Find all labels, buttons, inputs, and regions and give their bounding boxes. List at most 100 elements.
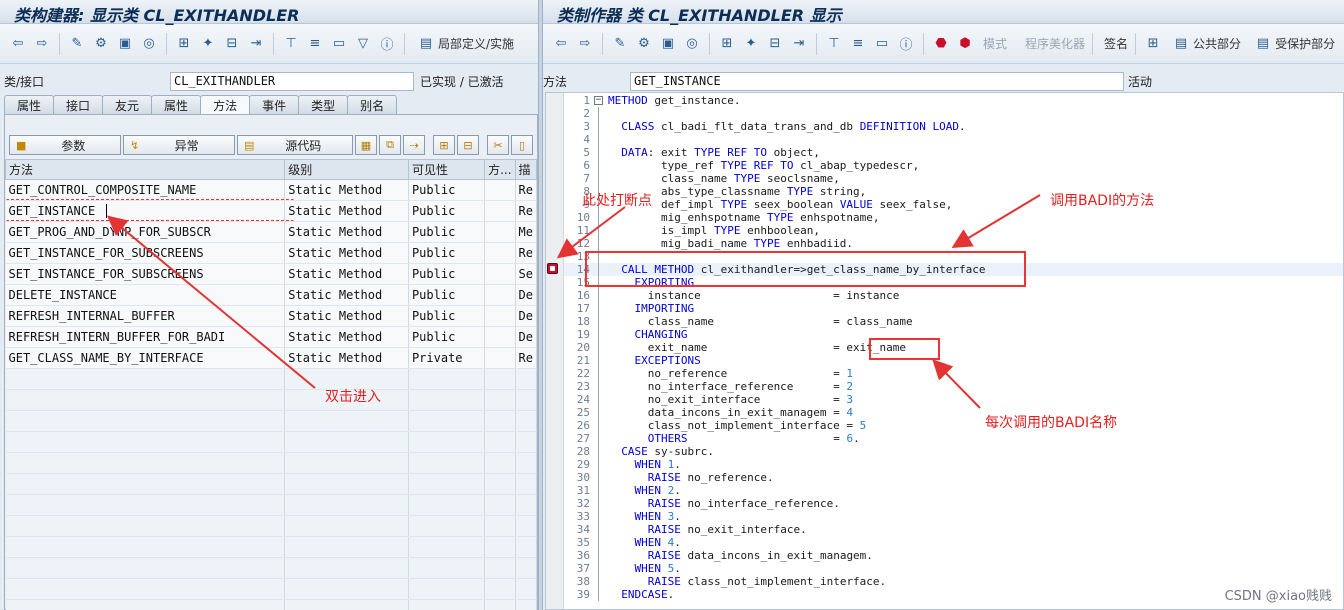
- method-level-cell[interactable]: Static Method: [284, 305, 409, 327]
- table-row[interactable]: DELETE_INSTANCE Static Method Public De: [5, 284, 538, 306]
- method-visibility-cell[interactable]: Public: [408, 179, 486, 201]
- empty-cell[interactable]: [408, 494, 486, 516]
- empty-cell[interactable]: [5, 368, 286, 390]
- method-name-cell[interactable]: REFRESH_INTERNAL_BUFFER: [5, 305, 286, 327]
- empty-table-row[interactable]: [5, 452, 538, 474]
- empty-cell[interactable]: [515, 473, 538, 495]
- method-level-cell[interactable]: Static Method: [284, 221, 409, 243]
- column-header-level[interactable]: 级别: [284, 159, 409, 180]
- check-icon[interactable]: ⚙: [91, 34, 111, 54]
- code-line[interactable]: 24 no_exit_interface = 3: [564, 393, 1343, 406]
- method-name-cell[interactable]: GET_INSTANCE_FOR_SUBSCREENS: [5, 242, 286, 264]
- code-line[interactable]: 19 CHANGING: [564, 328, 1343, 341]
- empty-cell[interactable]: [284, 410, 409, 432]
- empty-table-row[interactable]: [5, 515, 538, 537]
- method-input[interactable]: GET_INSTANCE: [630, 72, 1124, 91]
- back-icon[interactable]: ⇦: [8, 34, 28, 54]
- empty-cell[interactable]: [408, 599, 486, 610]
- empty-cell[interactable]: [515, 368, 538, 390]
- forward-icon[interactable]: ⇨: [575, 34, 595, 54]
- forward-icon[interactable]: ⇨: [32, 34, 52, 54]
- parameters-button[interactable]: ■ 参数: [9, 135, 121, 155]
- check-icon[interactable]: ⚙: [634, 34, 654, 54]
- navigate-icon[interactable]: ⇥: [246, 34, 266, 54]
- code-line[interactable]: 31 WHEN 2.: [564, 484, 1343, 497]
- empty-cell[interactable]: [408, 515, 486, 537]
- empty-cell[interactable]: [515, 494, 538, 516]
- method-type-cell[interactable]: [484, 179, 516, 201]
- code-line[interactable]: 18 class_name = class_name: [564, 315, 1343, 328]
- empty-cell[interactable]: [5, 452, 286, 474]
- empty-cell[interactable]: [408, 389, 486, 411]
- tab-properties[interactable]: 属性: [151, 95, 202, 114]
- tab-attributes[interactable]: 属性: [4, 95, 55, 114]
- code-line[interactable]: 4: [564, 133, 1343, 146]
- empty-cell[interactable]: [484, 578, 516, 600]
- method-description-cell[interactable]: Re: [515, 200, 538, 222]
- public-section-button[interactable]: ▤ 公共部分: [1171, 34, 1241, 54]
- wand-icon[interactable]: ✦: [741, 34, 761, 54]
- code-line[interactable]: 34 RAISE no_exit_interface.: [564, 523, 1343, 536]
- empty-cell[interactable]: [515, 410, 538, 432]
- info-icon[interactable]: ⓘ: [377, 34, 397, 54]
- tab-friends[interactable]: 友元: [102, 95, 153, 114]
- column-header-description[interactable]: 描: [514, 159, 538, 180]
- empty-cell[interactable]: [484, 536, 516, 558]
- method-type-cell[interactable]: [484, 347, 516, 369]
- empty-cell[interactable]: [5, 494, 286, 516]
- empty-table-row[interactable]: [5, 578, 538, 600]
- code-line[interactable]: 36 RAISE data_incons_in_exit_managem.: [564, 549, 1343, 562]
- method-type-cell[interactable]: [484, 284, 516, 306]
- method-visibility-cell[interactable]: Public: [408, 284, 486, 306]
- empty-table-row[interactable]: [5, 368, 538, 390]
- empty-cell[interactable]: [5, 557, 286, 579]
- code-lines[interactable]: 1− METHOD get_instance. 2 3 CLASS cl_badi_f…: [564, 94, 1343, 601]
- method-name-cell[interactable]: GET_CLASS_NAME_BY_INTERFACE: [5, 347, 286, 369]
- empty-table-row[interactable]: [5, 599, 538, 610]
- empty-cell[interactable]: [484, 473, 516, 495]
- method-level-cell[interactable]: Static Method: [284, 200, 409, 222]
- empty-cell[interactable]: [515, 536, 538, 558]
- hierarchy-icon[interactable]: ⊤: [824, 34, 844, 54]
- empty-cell[interactable]: [284, 452, 409, 474]
- method-type-cell[interactable]: [484, 200, 516, 222]
- empty-cell[interactable]: [5, 578, 286, 600]
- back-icon[interactable]: ⇦: [551, 34, 571, 54]
- empty-cell[interactable]: [284, 578, 409, 600]
- where-used-icon[interactable]: ◎: [139, 34, 159, 54]
- code-line[interactable]: 23 no_interface_reference = 2: [564, 380, 1343, 393]
- method-level-cell[interactable]: Static Method: [284, 347, 409, 369]
- empty-cell[interactable]: [408, 557, 486, 579]
- method-level-cell[interactable]: Static Method: [284, 263, 409, 285]
- code-line[interactable]: 3 CLASS cl_badi_flt_data_trans_and_db DE…: [564, 120, 1343, 133]
- method-visibility-cell[interactable]: Public: [408, 242, 486, 264]
- method-description-cell[interactable]: Re: [515, 347, 538, 369]
- breakpoint-external-icon[interactable]: ⬢: [955, 34, 975, 54]
- code-line[interactable]: 27 OTHERS = 6.: [564, 432, 1343, 445]
- filter-icon[interactable]: ▽: [353, 34, 373, 54]
- empty-cell[interactable]: [408, 431, 486, 453]
- tab-aliases[interactable]: 别名: [347, 95, 398, 114]
- empty-cell[interactable]: [284, 557, 409, 579]
- method-description-cell[interactable]: Re: [515, 179, 538, 201]
- method-type-cell[interactable]: [484, 263, 516, 285]
- empty-cell[interactable]: [515, 599, 538, 610]
- code-line[interactable]: 11 is_impl TYPE enhboolean,: [564, 224, 1343, 237]
- stack-icon[interactable]: ≡: [848, 34, 868, 54]
- editor-gutter[interactable]: [546, 93, 564, 609]
- table-row[interactable]: SET_INSTANCE_FOR_SUBSCREENS Static Method…: [5, 263, 538, 285]
- frame-icon[interactable]: ▭: [872, 34, 892, 54]
- empty-cell[interactable]: [284, 473, 409, 495]
- tab-events[interactable]: 事件: [249, 95, 300, 114]
- empty-table-row[interactable]: [5, 494, 538, 516]
- method-level-cell[interactable]: Static Method: [284, 284, 409, 306]
- method-description-cell[interactable]: De: [515, 305, 538, 327]
- empty-cell[interactable]: [408, 452, 486, 474]
- cut-icon[interactable]: ✂: [487, 135, 509, 155]
- code-line[interactable]: 12 mig_badi_name TYPE enhbadiid.: [564, 237, 1343, 250]
- method-visibility-cell[interactable]: Public: [408, 221, 486, 243]
- empty-cell[interactable]: [5, 410, 286, 432]
- code-line[interactable]: 30 RAISE no_reference.: [564, 471, 1343, 484]
- where-used-icon[interactable]: ◎: [682, 34, 702, 54]
- exceptions-button[interactable]: ↯ 异常: [123, 135, 235, 155]
